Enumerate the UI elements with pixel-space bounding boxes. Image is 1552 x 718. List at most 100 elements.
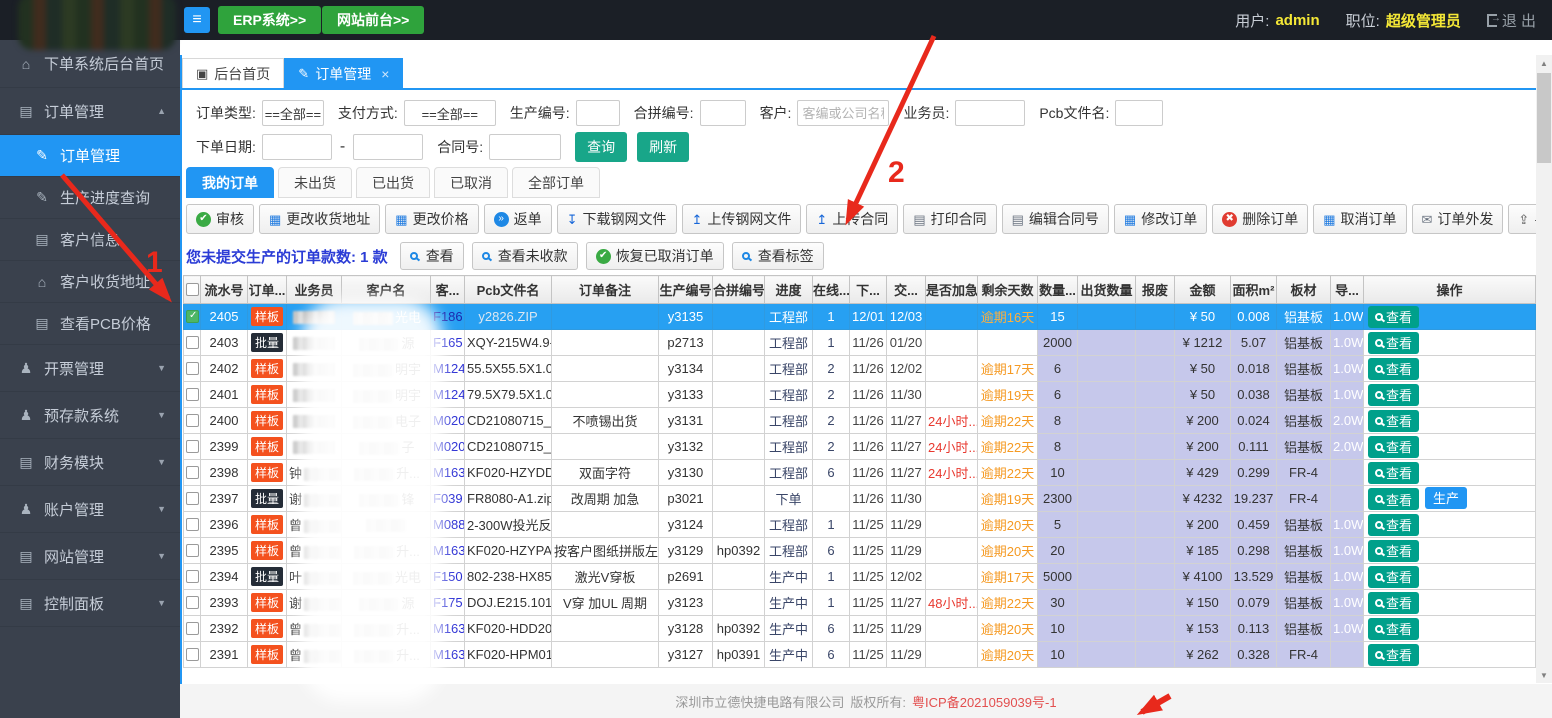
payment-method-select[interactable]: ==全部== bbox=[404, 100, 496, 126]
customer-code-link[interactable]: M020 bbox=[433, 413, 465, 428]
view-unpaid-button[interactable]: 查看未收款 bbox=[472, 242, 578, 270]
sidebar-item-production-progress[interactable]: ✎生产进度查询 bbox=[0, 177, 180, 219]
tab-cancelled[interactable]: 已取消 bbox=[434, 167, 508, 198]
row-checkbox[interactable] bbox=[186, 596, 199, 609]
tab-order-management[interactable]: ✎ 订单管理 × bbox=[284, 58, 403, 88]
reorder-button[interactable]: »返单 bbox=[484, 204, 552, 234]
table-row[interactable]: 2392样板曾升...M163KF020-HDD20...y3128hp0392… bbox=[184, 616, 1536, 642]
order-dispatch-button[interactable]: ✉订单外发 bbox=[1412, 204, 1504, 234]
download-stencil-button[interactable]: ↧下载钢网文件 bbox=[557, 204, 677, 234]
view-order-button[interactable]: 查看 bbox=[1368, 644, 1419, 666]
row-checkbox[interactable] bbox=[186, 648, 199, 661]
close-tab-icon[interactable]: × bbox=[381, 66, 389, 82]
tab-backend-home[interactable]: ▣ 后台首页 bbox=[182, 58, 284, 88]
site-front-button[interactable]: 网站前台>> bbox=[322, 6, 424, 34]
order-type-select[interactable]: ==全部== bbox=[262, 100, 324, 126]
tab-shipped[interactable]: 已出货 bbox=[356, 167, 430, 198]
tab-my-orders[interactable]: 我的订单 bbox=[186, 167, 274, 198]
view-labels-button[interactable]: 查看标签 bbox=[732, 242, 824, 270]
view-order-button[interactable]: 查看 bbox=[1368, 462, 1419, 484]
row-checkbox[interactable] bbox=[186, 518, 199, 531]
row-checkbox[interactable] bbox=[186, 336, 199, 349]
row-checkbox[interactable] bbox=[186, 414, 199, 427]
sidebar-item-order-management-group[interactable]: ▤订单管理▲ bbox=[0, 88, 180, 135]
table-row[interactable]: 2399样板子M020CD21080715_...y3132工程部211/261… bbox=[184, 434, 1536, 460]
tab-all-orders[interactable]: 全部订单 bbox=[512, 167, 600, 198]
print-contract-button[interactable]: ▤打印合同 bbox=[903, 204, 996, 234]
sidebar-item-website-management[interactable]: ▤网站管理▼ bbox=[0, 533, 180, 580]
view-order-button[interactable]: 查看 bbox=[1368, 618, 1419, 640]
audit-button[interactable]: ✔审核 bbox=[186, 204, 254, 234]
sidebar-item-finance-module[interactable]: ▤财务模块▼ bbox=[0, 439, 180, 486]
modify-order-button[interactable]: ▦修改订单 bbox=[1114, 204, 1207, 234]
row-checkbox[interactable] bbox=[186, 362, 199, 375]
customer-code-link[interactable]: M163 bbox=[433, 621, 465, 636]
customer-code-link[interactable]: M163 bbox=[433, 465, 465, 480]
view-order-button[interactable]: 查看 bbox=[1368, 540, 1419, 562]
table-row[interactable]: 2398样板钟升...M163KF020-HZYDD...双面字符y3130工程… bbox=[184, 460, 1536, 486]
view-order-button[interactable]: 查看 bbox=[1368, 592, 1419, 614]
row-checkbox[interactable] bbox=[186, 544, 199, 557]
customer-input[interactable] bbox=[797, 100, 889, 126]
customer-code-link[interactable]: M020 bbox=[433, 439, 465, 454]
table-row[interactable]: 2394批量叶光电F150802-238-HX85-...激光V穿板p2691生… bbox=[184, 564, 1536, 590]
refresh-button[interactable]: 刷新 bbox=[637, 132, 689, 162]
table-row[interactable]: 2405样板光电F186y2826.ZIPy3135工程部112/0112/03… bbox=[184, 304, 1536, 330]
sidebar-item-control-panel[interactable]: ▤控制面板▼ bbox=[0, 580, 180, 627]
sidebar-item-deposit-system[interactable]: ♟预存款系统▼ bbox=[0, 392, 180, 439]
row-checkbox[interactable] bbox=[186, 570, 199, 583]
menu-toggle-button[interactable]: ≡ bbox=[184, 7, 210, 33]
sidebar-item-customer-info[interactable]: ▤客户信息 bbox=[0, 219, 180, 261]
select-all-checkbox[interactable] bbox=[186, 283, 199, 296]
row-checkbox[interactable] bbox=[186, 622, 199, 635]
customer-code-link[interactable]: M124 bbox=[433, 361, 465, 376]
view-order-button[interactable]: 查看 bbox=[1368, 384, 1419, 406]
customer-code-link[interactable]: M124 bbox=[433, 387, 465, 402]
restore-cancelled-button[interactable]: ✔恢复已取消订单 bbox=[586, 242, 724, 270]
delete-order-button[interactable]: ✖删除订单 bbox=[1212, 204, 1308, 234]
sidebar-item-customer-address[interactable]: ⌂客户收货地址 bbox=[0, 261, 180, 303]
view-button[interactable]: 查看 bbox=[400, 242, 464, 270]
customer-code-link[interactable]: F039 bbox=[433, 491, 463, 506]
query-button[interactable]: 查询 bbox=[575, 132, 627, 162]
row-checkbox[interactable] bbox=[186, 310, 199, 323]
table-row[interactable]: 2396样板曾M0882-300W投光反...y3124工程部111/2511/… bbox=[184, 512, 1536, 538]
row-checkbox[interactable] bbox=[186, 388, 199, 401]
produce-button[interactable]: 生产 bbox=[1425, 487, 1467, 509]
table-row[interactable]: 2403批量源F165XQY-215W4.9-...p2713工程部111/26… bbox=[184, 330, 1536, 356]
sidebar-item-account-management[interactable]: ♟账户管理▼ bbox=[0, 486, 180, 533]
merge-no-input[interactable] bbox=[700, 100, 746, 126]
pcb-filename-input[interactable] bbox=[1115, 100, 1163, 126]
scroll-up-icon[interactable]: ▲ bbox=[1536, 55, 1552, 71]
vertical-scrollbar[interactable]: ▲ ▼ bbox=[1536, 55, 1552, 683]
customer-code-link[interactable]: M088 bbox=[433, 517, 465, 532]
contract-no-input[interactable] bbox=[489, 134, 561, 160]
sidebar-item-order-management[interactable]: ✎订单管理 bbox=[0, 135, 180, 177]
row-checkbox[interactable] bbox=[186, 492, 199, 505]
customer-code-link[interactable]: F165 bbox=[433, 335, 463, 350]
salesperson-input[interactable] bbox=[955, 100, 1025, 126]
view-order-button[interactable]: 查看 bbox=[1368, 358, 1419, 380]
view-order-button[interactable]: 查看 bbox=[1368, 514, 1419, 536]
view-order-button[interactable]: 查看 bbox=[1368, 566, 1419, 588]
view-order-button[interactable]: 查看 bbox=[1368, 306, 1419, 328]
table-row[interactable]: 2393样板谢源F175DOJ.E215.101...V穿 加UL 周期y312… bbox=[184, 590, 1536, 616]
logout-button[interactable]: 退 出 bbox=[1487, 10, 1536, 31]
sidebar-item-invoice-management[interactable]: ♟开票管理▼ bbox=[0, 345, 180, 392]
view-order-button[interactable]: 查看 bbox=[1368, 410, 1419, 432]
scroll-down-icon[interactable]: ▼ bbox=[1536, 667, 1552, 683]
change-address-button[interactable]: ▦更改收货地址 bbox=[259, 204, 380, 234]
change-price-button[interactable]: ▦更改价格 bbox=[385, 204, 478, 234]
production-no-input[interactable] bbox=[576, 100, 620, 126]
customer-code-link[interactable]: F150 bbox=[433, 569, 463, 584]
edit-contract-no-button[interactable]: ▤编辑合同号 bbox=[1002, 204, 1109, 234]
customer-code-link[interactable]: M163 bbox=[433, 543, 465, 558]
customer-code-link[interactable]: F175 bbox=[433, 595, 463, 610]
row-checkbox[interactable] bbox=[186, 440, 199, 453]
view-order-button[interactable]: 查看 bbox=[1368, 488, 1419, 510]
customer-code-link[interactable]: M163 bbox=[433, 647, 465, 662]
scrollbar-thumb[interactable] bbox=[1537, 73, 1551, 163]
footer-icp-link[interactable]: 粤ICP备2021059039号-1 bbox=[912, 692, 1057, 711]
view-order-button[interactable]: 查看 bbox=[1368, 436, 1419, 458]
view-order-button[interactable]: 查看 bbox=[1368, 332, 1419, 354]
